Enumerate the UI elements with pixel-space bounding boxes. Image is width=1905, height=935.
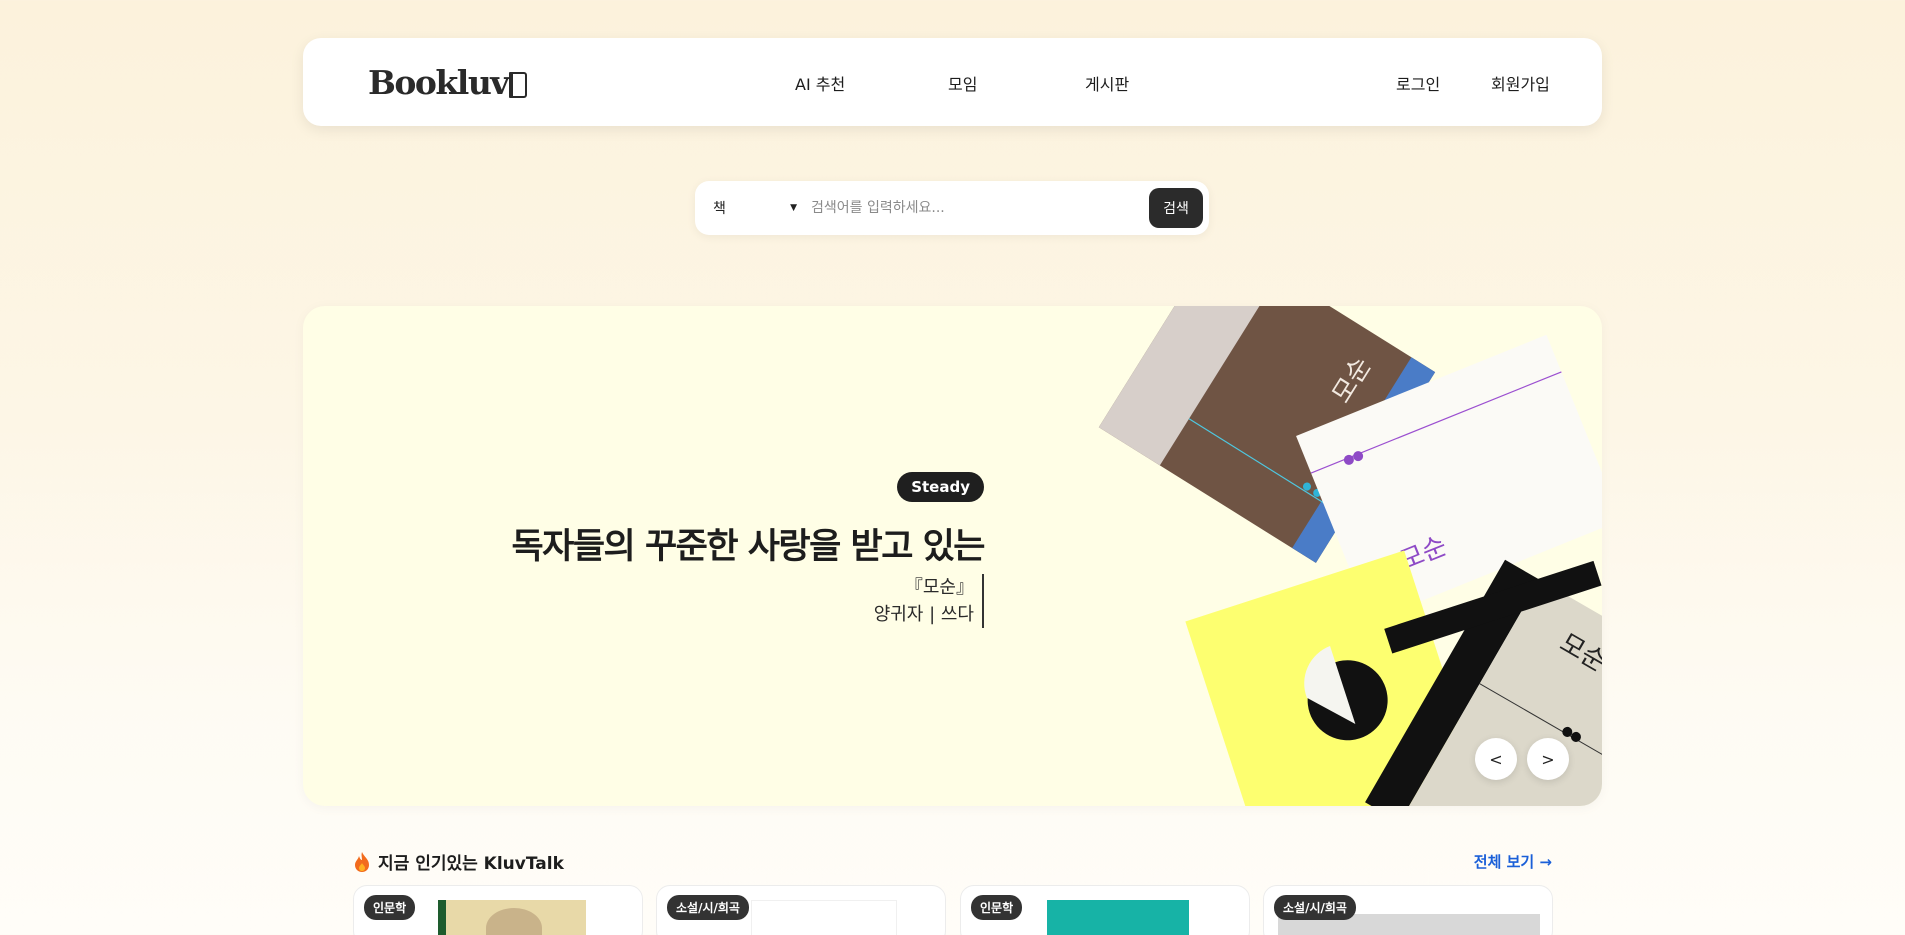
card-category-tag: 소설/시/희곡 bbox=[1274, 895, 1356, 920]
bookluv-logo[interactable]: Bookluv bbox=[368, 62, 527, 102]
banner-book-info: 『모순』 양귀자 | 쓰다 bbox=[874, 574, 984, 628]
steady-badge: Steady bbox=[897, 472, 984, 502]
top-navigation-bar: Bookluv AI 추천 모임 게시판 로그인 회원가입 bbox=[303, 38, 1602, 126]
search-category-select[interactable]: 책 ▼ bbox=[713, 198, 803, 218]
banner-title: 독자들의 꾸준한 사랑을 받고 있는 bbox=[511, 527, 985, 567]
popular-title-text: 지금 인기있는 KluvTalk bbox=[378, 854, 564, 874]
banner-next-button[interactable]: > bbox=[1527, 738, 1569, 780]
book-icon bbox=[508, 72, 527, 98]
card-category-tag: 소설/시/희곡 bbox=[667, 895, 749, 920]
kluvtalk-card[interactable]: 인문학 bbox=[960, 885, 1250, 935]
search-input[interactable] bbox=[811, 200, 1141, 216]
search-bar: 책 ▼ 검색 bbox=[695, 181, 1209, 235]
card-category-tag: 인문학 bbox=[364, 895, 416, 920]
nav-meetings[interactable]: 모임 bbox=[948, 71, 977, 95]
banner-book-author: 양귀자 | 쓰다 bbox=[873, 604, 974, 625]
banner-prev-button[interactable]: < bbox=[1475, 738, 1517, 780]
card-book-cover bbox=[438, 900, 586, 935]
caret-down-icon: ▼ bbox=[790, 203, 797, 213]
nav-board[interactable]: 게시판 bbox=[1085, 71, 1129, 95]
card-book-cover bbox=[751, 900, 897, 935]
see-all-link[interactable]: 전체 보기 → bbox=[1474, 851, 1552, 872]
kluvtalk-card[interactable]: 소설/시/희곡 bbox=[1263, 885, 1553, 935]
kluvtalk-card[interactable]: 인문학 bbox=[353, 885, 643, 935]
card-category-tag: 인문학 bbox=[971, 895, 1023, 920]
nav-ai-recommend[interactable]: AI 추천 bbox=[795, 71, 845, 95]
signup-link[interactable]: 회원가입 bbox=[1491, 71, 1550, 95]
popular-section-title: 지금 인기있는 KluvTalk bbox=[354, 849, 564, 874]
search-category-value: 책 bbox=[713, 201, 726, 217]
card-book-cover bbox=[1047, 900, 1189, 935]
banner-book-title: 『모순』 bbox=[904, 577, 974, 598]
chevron-left-icon: < bbox=[1489, 749, 1503, 769]
chevron-right-icon: > bbox=[1541, 749, 1555, 769]
kluvtalk-card[interactable]: 소설/시/희곡 bbox=[656, 885, 946, 935]
book-covers-illustration: 모순 모순 모순 bbox=[1098, 306, 1602, 806]
search-button[interactable]: 검색 bbox=[1149, 188, 1203, 228]
fire-icon bbox=[355, 851, 369, 872]
hero-banner: Steady 독자들의 꾸준한 사랑을 받고 있는 『모순』 양귀자 | 쓰다 … bbox=[303, 306, 1602, 806]
login-link[interactable]: 로그인 bbox=[1396, 71, 1440, 95]
logo-text: Bookluv bbox=[368, 62, 509, 102]
